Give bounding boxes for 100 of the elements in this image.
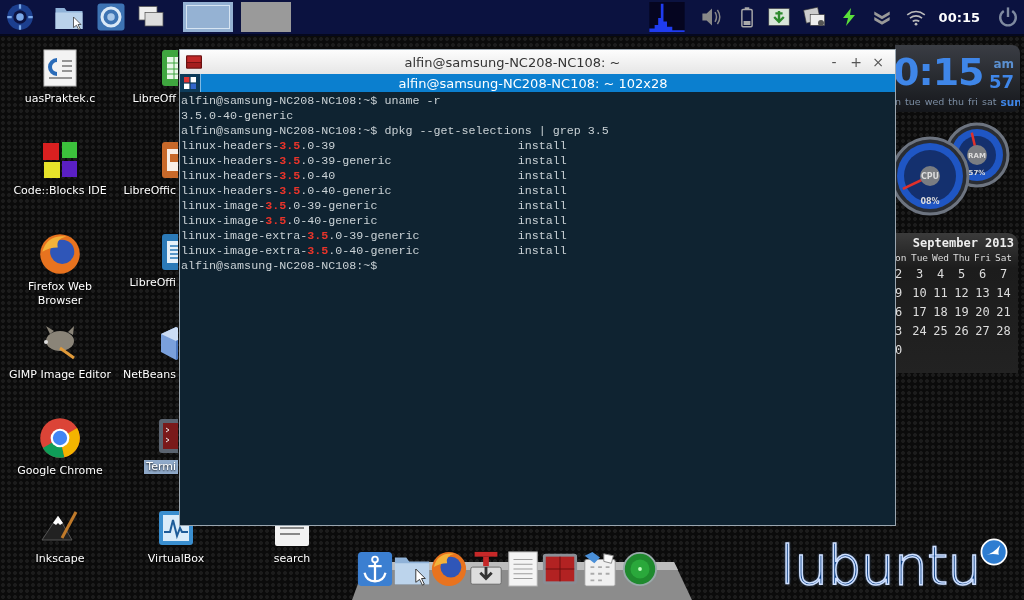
window-button[interactable]: × [867,54,889,70]
terminal-icon [186,55,202,69]
icon-label[interactable]: search [271,552,313,566]
weekday: n [895,96,902,108]
icon-label[interactable]: Firefox Web Browser [6,280,114,308]
logo-wordmark: lubuntu [780,538,981,594]
weekday: fri [968,96,978,108]
package-name: linux-image-extra-3.5.0-40-generic [181,244,421,259]
weekday: thu [948,96,965,108]
package-name: linux-headers-3.5.0-40 [181,169,337,184]
package-status: install [517,229,568,244]
icon-label[interactable]: Google Chrome [15,464,105,478]
calendar-day[interactable]: 28 [993,322,1014,341]
calendar-day[interactable]: 9 [895,284,909,303]
weekday-header: Tue [909,251,930,265]
drives-icon[interactable] [802,5,827,29]
installer-icon[interactable] [467,550,505,588]
window-button[interactable]: + [845,54,867,70]
weekday-header: Fri [972,251,993,265]
anchor-icon[interactable] [356,550,394,588]
menu-icon[interactable] [5,2,35,32]
browser-icon[interactable] [95,2,127,32]
calendar-day[interactable]: 20 [972,303,993,322]
weekday: sun [1000,96,1020,108]
globe-icon [38,232,82,276]
terminal-line: 3.5.0-40-generic [181,109,295,124]
calendar-day[interactable]: 7 [993,265,1014,284]
calendar-day[interactable]: 27 [972,322,993,341]
package-status: install [517,199,568,214]
calendar-day[interactable]: 10 [909,284,930,303]
calendar-day[interactable]: 13 [972,284,993,303]
clock-seconds: 57 [988,71,1014,93]
calendar-day[interactable]: 14 [993,284,1014,303]
weekday: sat [981,96,997,108]
terminal-line: alfin@samsung-NC208-NC108:~$ uname -r [181,94,442,109]
package-status: install [517,169,568,184]
document-icon [272,525,312,548]
package-status: install [517,154,568,169]
calendar-day[interactable]: 18 [930,303,951,322]
package-name: linux-headers-3.5.0-40-generic [181,184,393,199]
icon-label[interactable]: VirtualBox [145,552,207,566]
radar-icon[interactable] [621,550,659,588]
c-file-icon [40,48,80,88]
weekday-header: Thu [951,251,972,265]
clock-digits: 0:15 [895,51,984,93]
icon-label[interactable]: GIMP Image Editor [7,368,113,382]
calendar-day[interactable]: 12 [951,284,972,303]
icon-label[interactable]: Inkscape [33,552,87,566]
calendar-day[interactable]: 17 [909,303,930,322]
icon-label[interactable]: LibreOffi [127,276,178,290]
icon-label[interactable]: uasPraktek.c [22,92,98,106]
terminal-icon [156,416,178,456]
icon-label[interactable]: LibreOff [130,92,178,106]
calendar-day[interactable]: 3 [895,322,909,341]
calendar-day[interactable]: 6 [895,303,909,322]
package-status: install [517,214,568,229]
calendar-day[interactable]: 19 [951,303,972,322]
calendar-day[interactable]: 2 [895,265,909,284]
package-name: linux-headers-3.5.0-39 [181,139,337,154]
package-name: linux-image-3.5.0-40-generic [181,214,379,229]
calendar-day[interactable]: 11 [930,284,951,303]
calendar-day[interactable]: 5 [951,265,972,284]
globe-icon[interactable] [430,550,468,588]
package-status: install [517,139,568,154]
clock-time[interactable]: 00:15 [938,9,980,25]
package-name: linux-headers-3.5.0-39-generic [181,154,393,169]
window-title: alfin@samsung-NC208-NC108: ~ [403,54,622,70]
calendar-day[interactable]: 3 [909,265,930,284]
gauge-label: CPU [920,172,940,181]
squares-icon [40,140,80,180]
weekday-header: Sat [993,251,1014,265]
calendar-day[interactable]: 4 [930,265,951,284]
download-icon[interactable] [766,5,791,29]
calendar-title: September 2013 [911,235,1015,250]
weekday-header: Wed [930,251,951,265]
window-button[interactable]: - [823,54,845,70]
calendar-day[interactable]: 24 [909,322,930,341]
terminal-line: alfin@samsung-NC208-NC108:~$ dpkg --get-selections | grep 3.5 [181,124,610,139]
package-status: install [517,244,568,259]
gauge-reading: 08% [920,197,940,206]
icon-label[interactable]: NetBeans [120,368,178,382]
terminal-line: alfin@samsung-NC208-NC108:~$ [181,259,379,274]
package-name: linux-image-3.5.0-39-generic [181,199,379,214]
icon-label[interactable]: Code::Blocks IDE [11,184,109,198]
package-status: install [517,184,568,199]
bird-icon [980,538,1009,566]
calendar-day[interactable]: 21 [993,303,1014,322]
battery-icon[interactable] [738,4,755,30]
calendar-day[interactable]: 6 [972,265,993,284]
calendar-day[interactable]: 26 [951,322,972,341]
icon-label[interactable]: LibreOffic [121,184,178,198]
calendar-day[interactable]: 25 [930,322,951,341]
tab-menu-icon[interactable] [184,77,196,89]
calendar-day[interactable]: 0 [895,341,909,360]
package-name: linux-image-extra-3.5.0-39-generic [181,229,421,244]
power-icon[interactable] [996,4,1020,30]
ring-icon [38,416,82,460]
meridiem: am [993,57,1014,71]
weekday-header: on [895,251,908,265]
weekday: wed [924,96,945,108]
